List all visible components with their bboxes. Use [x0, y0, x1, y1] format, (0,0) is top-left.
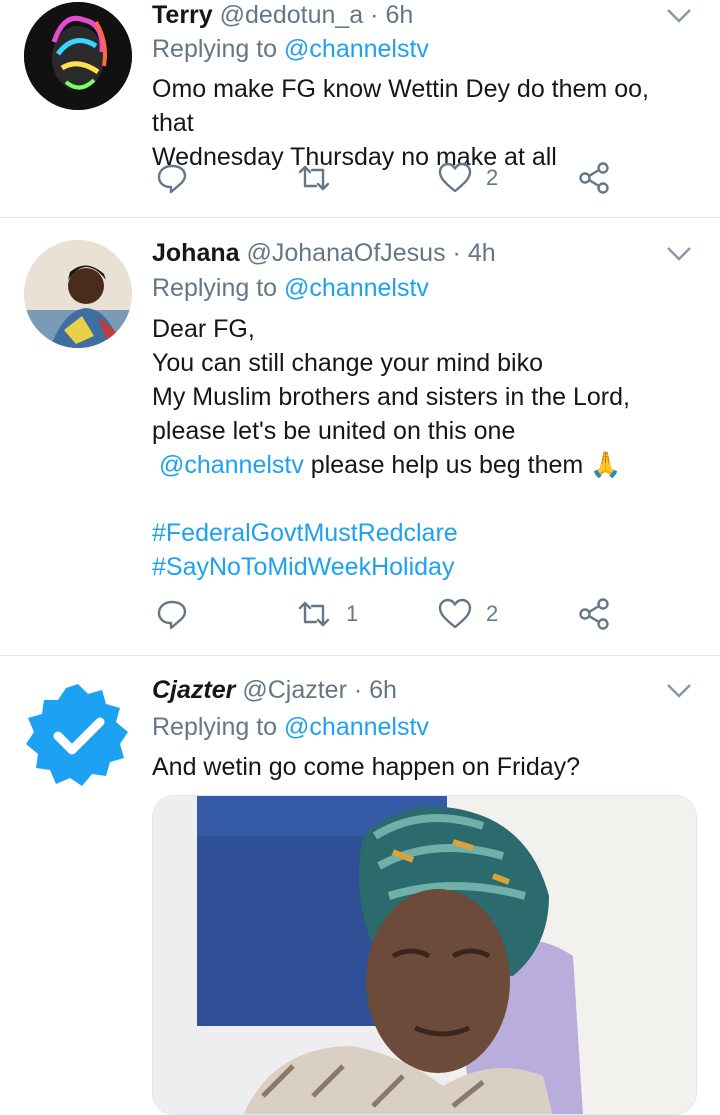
tweet-text-line: Omo make FG know Wettin Dey do them oo, …	[152, 75, 649, 137]
reply-button[interactable]	[156, 594, 188, 634]
tweet-header: Terry @dedotun_a · 6h	[152, 0, 413, 30]
replying-to-mention[interactable]: @channelstv	[284, 35, 429, 63]
tweet-media-image[interactable]	[152, 795, 697, 1115]
like-button[interactable]: 2	[438, 594, 498, 634]
tweet-text: And wetin go come happen on Friday?	[152, 750, 697, 784]
avatar[interactable]	[24, 240, 132, 348]
share-button[interactable]	[578, 158, 610, 198]
mention-link[interactable]: @channelstv	[159, 451, 304, 479]
retweet-icon	[298, 601, 330, 627]
replying-to: Replying to @channelstv	[152, 712, 429, 742]
heart-icon	[438, 598, 472, 629]
retweet-button[interactable]: 1	[296, 594, 358, 634]
tweet-text-line: Dear FG,	[152, 315, 255, 343]
avatar-image	[24, 240, 132, 348]
tweet-text-line: My Muslim brothers and sisters in the Lo…	[152, 383, 630, 411]
tweet-header: Johana @JohanaOfJesus · 4h	[152, 238, 496, 268]
separator-dot: ·	[452, 239, 461, 267]
chevron-down-icon[interactable]	[666, 683, 692, 699]
avatar[interactable]	[24, 682, 132, 790]
separator-dot: ·	[370, 1, 379, 29]
tweet-text-line-mention: @channelstv please help us beg them 🙏	[152, 448, 697, 482]
share-button[interactable]	[578, 594, 610, 634]
replying-to-label: Replying to	[152, 713, 285, 741]
display-name[interactable]: Cjazter	[152, 676, 235, 704]
reply-button[interactable]	[156, 158, 188, 198]
verified-badge-icon	[26, 684, 128, 786]
avatar-image	[24, 2, 132, 110]
retweet-button[interactable]	[296, 158, 346, 198]
replying-to: Replying to @channelstv	[152, 273, 429, 303]
photo-woman-headwrap	[153, 796, 696, 1114]
reply-icon	[157, 164, 187, 194]
timestamp[interactable]: 6h	[369, 676, 397, 704]
replying-to-label: Replying to	[152, 35, 285, 63]
heart-icon	[438, 162, 472, 193]
chevron-down-icon[interactable]	[666, 8, 692, 24]
handle[interactable]: @Cjazter	[242, 676, 347, 704]
replying-to-label: Replying to	[152, 274, 285, 302]
tweet-text: Dear FG, You can still change your mind …	[152, 312, 697, 584]
tweet-johana[interactable]: Johana @JohanaOfJesus · 4h Replying to @…	[0, 218, 720, 655]
retweet-icon	[298, 165, 330, 191]
reply-icon	[157, 600, 187, 630]
retweet-count: 1	[346, 601, 359, 626]
like-count: 2	[486, 165, 499, 190]
handle[interactable]: @JohanaOfJesus	[246, 239, 445, 267]
timestamp[interactable]: 6h	[385, 1, 413, 29]
like-button[interactable]: 2	[438, 158, 498, 198]
replying-to-mention[interactable]: @channelstv	[284, 713, 429, 741]
replying-to: Replying to @channelstv	[152, 34, 429, 64]
tweet-header: Cjazter @Cjazter · 6h	[152, 675, 397, 705]
display-name[interactable]: Johana	[152, 239, 240, 267]
tweet-actions: 1 2	[152, 594, 632, 634]
handle[interactable]: @dedotun_a	[220, 1, 364, 29]
hashtag-link[interactable]: #FederalGovtMustRedclare	[152, 516, 697, 550]
display-name[interactable]: Terry	[152, 1, 213, 29]
timestamp[interactable]: 4h	[468, 239, 496, 267]
replying-to-mention[interactable]: @channelstv	[284, 274, 429, 302]
chevron-down-icon[interactable]	[666, 246, 692, 262]
tweet-text-line: please let's be united on this one	[152, 417, 516, 445]
mention-line-text: please help us beg them 🙏	[303, 451, 622, 479]
share-icon	[579, 598, 609, 630]
share-icon	[579, 162, 609, 194]
tweet-terry[interactable]: Terry @dedotun_a · 6h Replying to @chann…	[0, 0, 720, 217]
avatar[interactable]	[24, 2, 132, 110]
hashtag-link[interactable]: #SayNoToMidWeekHoliday	[152, 550, 697, 584]
like-count: 2	[486, 601, 499, 626]
tweet-actions: 2	[152, 158, 632, 198]
tweet-text-line: And wetin go come happen on Friday?	[152, 753, 581, 781]
tweet-text-line: You can still change your mind biko	[152, 349, 543, 377]
separator-dot: ·	[353, 676, 363, 704]
